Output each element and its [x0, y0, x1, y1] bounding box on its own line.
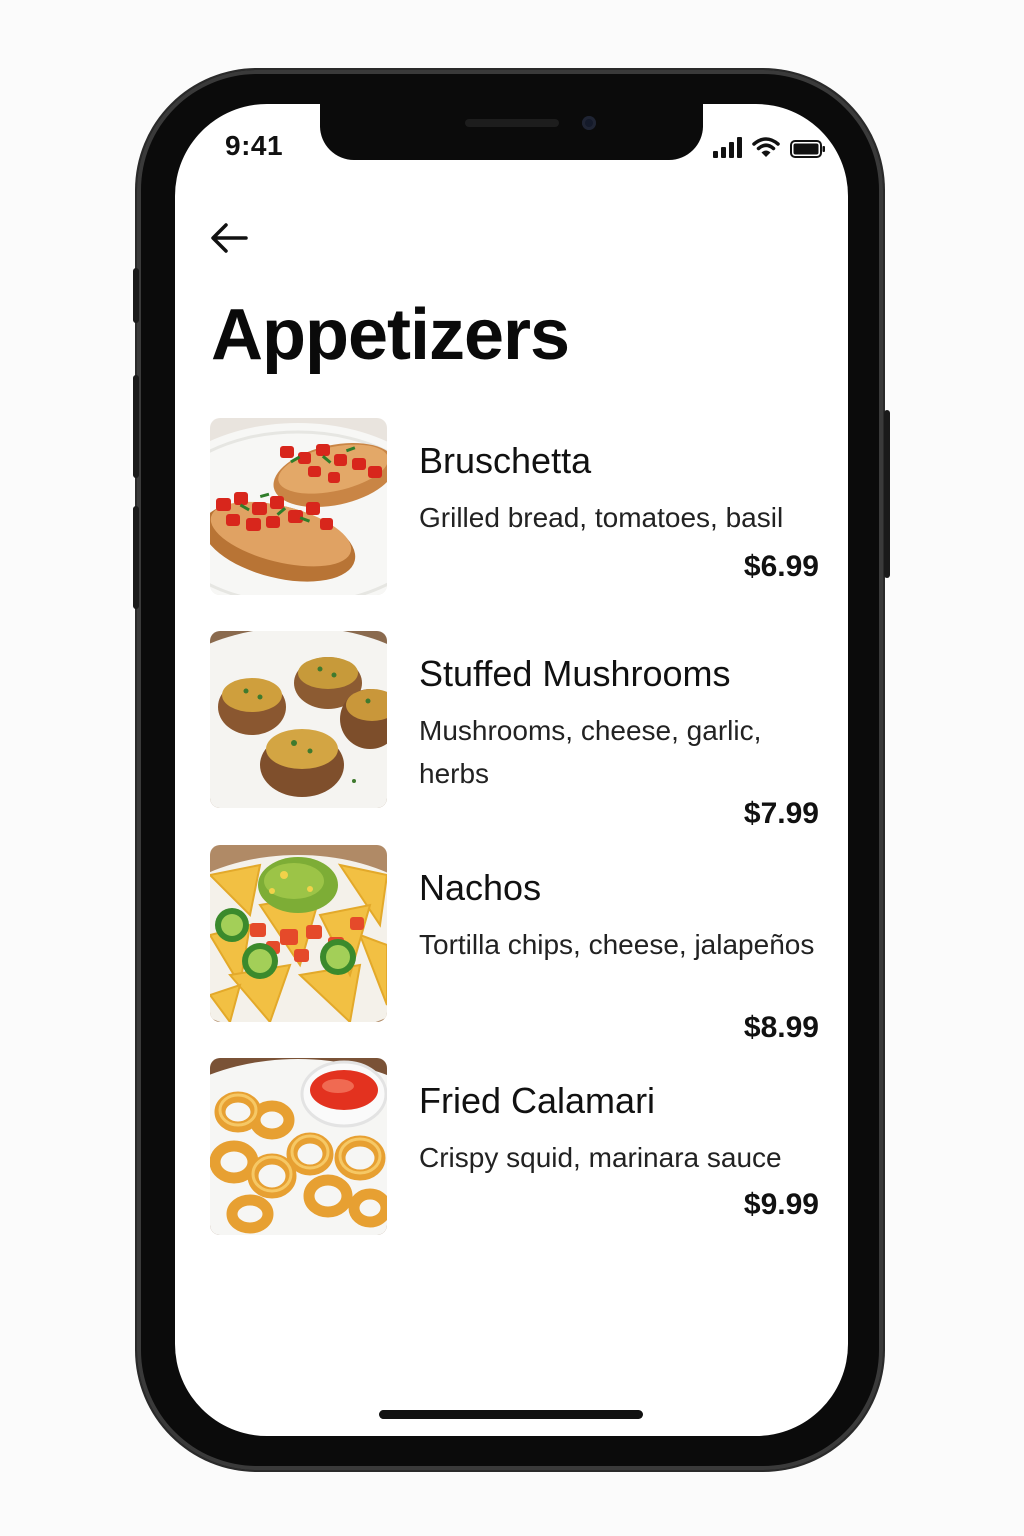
mute-switch — [133, 268, 139, 323]
front-camera — [582, 116, 596, 130]
cellular-signal-icon — [713, 136, 742, 158]
menu-item-bruschetta[interactable]: Bruschetta Grilled bread, tomatoes, basi… — [210, 418, 820, 596]
home-indicator[interactable] — [379, 1410, 643, 1419]
item-name: Fried Calamari — [419, 1080, 656, 1121]
item-price: $8.99 — [743, 1011, 819, 1044]
bruschetta-image — [210, 418, 387, 595]
volume-down-button — [133, 506, 139, 609]
stuffed-mushrooms-image — [210, 631, 387, 808]
menu-item-stuffed-mushrooms[interactable]: Stuffed Mushrooms Mushrooms, cheese, gar… — [210, 631, 820, 831]
app-screen: 9:41 Appetizers Bruschetta Grilled bread… — [175, 104, 848, 1436]
item-description: Mushrooms, cheese, garlic, herbs — [419, 715, 762, 789]
fried-calamari-image — [210, 1058, 387, 1235]
arrow-left-icon — [211, 223, 248, 253]
item-name: Stuffed Mushrooms — [419, 653, 731, 694]
notch — [320, 104, 703, 160]
nachos-image — [210, 845, 387, 1022]
item-name: Bruschetta — [419, 440, 592, 481]
item-price: $6.99 — [743, 550, 819, 583]
item-price: $9.99 — [743, 1188, 819, 1221]
volume-up-button — [133, 375, 139, 478]
item-name: Nachos — [419, 867, 542, 908]
item-description: Crispy squid, marinara sauce — [419, 1142, 782, 1173]
menu-item-fried-calamari[interactable]: Fried Calamari Crispy squid, marinara sa… — [210, 1058, 820, 1236]
status-icons — [713, 134, 826, 158]
wifi-icon — [752, 137, 780, 157]
earpiece-speaker — [465, 119, 559, 127]
page-title: Appetizers — [211, 295, 570, 375]
power-button — [884, 410, 890, 578]
item-description: Grilled bread, tomatoes, basil — [419, 502, 784, 533]
status-time: 9:41 — [225, 130, 284, 161]
menu-item-nachos[interactable]: Nachos Tortilla chips, cheese, jalapeños… — [210, 845, 820, 1045]
item-description: Tortilla chips, cheese, jalapeños — [419, 929, 815, 960]
back-button[interactable] — [209, 220, 249, 256]
item-price: $7.99 — [743, 797, 819, 830]
battery-icon — [790, 140, 825, 158]
